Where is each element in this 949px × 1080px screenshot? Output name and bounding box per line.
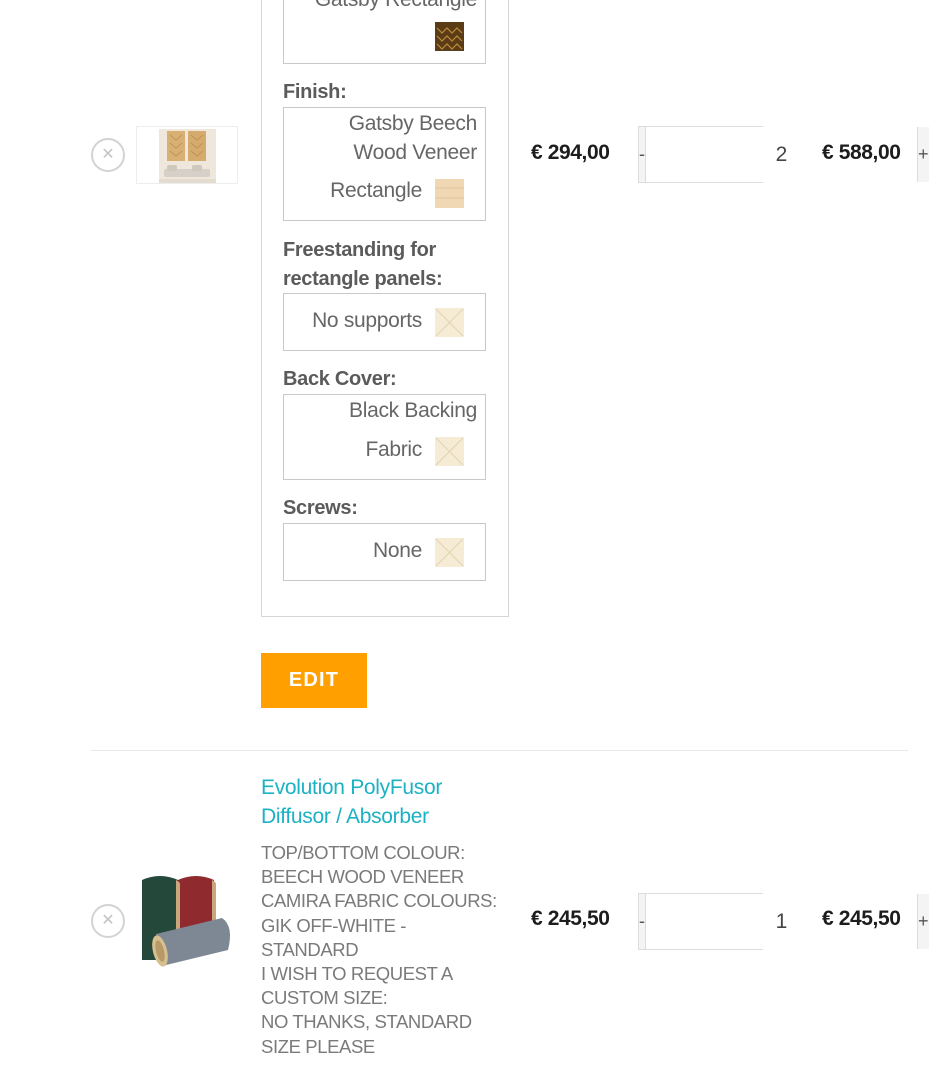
back-cover-value-line2: Fabric	[365, 438, 422, 461]
option-box-screws: None	[283, 523, 486, 581]
product-thumbnail[interactable]	[136, 126, 238, 184]
wood-swatch-icon	[435, 179, 464, 208]
option-box-finish: Gatsby Beech Wood Veneer Rectangle	[283, 107, 486, 221]
pattern-swatch-icon	[435, 22, 464, 51]
back-cover-value-line1: Black Backing	[349, 399, 477, 422]
finish-value-line3: Rectangle	[330, 179, 422, 202]
product-title-line2: Diffusor / Absorber	[261, 805, 429, 828]
remove-item-button[interactable]: ✕	[91, 138, 125, 172]
no-image-swatch-icon	[435, 308, 464, 337]
quantity-increase-button[interactable]: +	[918, 127, 929, 182]
close-icon: ✕	[101, 912, 115, 929]
no-image-swatch-icon	[435, 538, 464, 567]
finish-value-line2: Wood Veneer	[353, 141, 477, 164]
polyfusor-image-icon	[142, 876, 230, 967]
edit-button[interactable]: EDIT	[261, 653, 367, 708]
meta-line: SIZE PLEASE	[261, 1035, 375, 1057]
quantity-stepper: - +	[638, 893, 929, 950]
close-icon: ✕	[101, 146, 115, 163]
product-meta: TOP/BOTTOM COLOUR: BEECH WOOD VENEER CAM…	[261, 841, 511, 1059]
item-subtotal: € 588,00	[822, 141, 901, 164]
item-price: € 245,50	[531, 907, 610, 930]
meta-line: STANDARD	[261, 938, 359, 960]
product-title-line1: Evolution PolyFusor	[261, 776, 443, 799]
freestanding-value: No supports	[312, 309, 422, 332]
item-price: € 294,00	[531, 141, 610, 164]
no-image-swatch-icon	[435, 437, 464, 466]
option-label-finish: Finish:	[283, 81, 347, 103]
product-title-link[interactable]: Evolution PolyFusor Diffusor / Absorber	[261, 773, 501, 831]
meta-line: I WISH TO REQUEST A	[261, 963, 453, 985]
option-box-freestanding: No supports	[283, 293, 486, 351]
remove-item-button[interactable]: ✕	[91, 904, 125, 938]
screws-value: None	[372, 539, 422, 562]
option-label-freestanding-1: Freestanding for	[283, 239, 436, 261]
meta-line: CAMIRA FABRIC COLOURS:	[261, 890, 497, 912]
meta-line: NO THANKS, STANDARD	[261, 1011, 472, 1033]
row-divider	[91, 750, 908, 751]
meta-line: CUSTOM SIZE:	[261, 987, 388, 1009]
option-label-screws: Screws:	[283, 497, 358, 519]
product-thumbnail[interactable]	[136, 866, 238, 976]
option-box-back-cover: Black Backing Fabric	[283, 394, 486, 480]
option-label-freestanding-2: rectangle panels:	[283, 268, 443, 290]
option-box-top: Gatsby Rectangle	[283, 0, 486, 64]
meta-line: GIK OFF-WHITE -	[261, 914, 407, 936]
quantity-increase-button[interactable]: +	[918, 894, 929, 949]
finish-value-line1: Gatsby Beech	[348, 112, 478, 135]
item-subtotal: € 245,50	[822, 907, 901, 930]
meta-line: TOP/BOTTOM COLOUR:	[261, 842, 465, 863]
meta-line: BEECH WOOD VENEER	[261, 866, 464, 888]
option-label-back-cover: Back Cover:	[283, 368, 397, 390]
quantity-stepper: - +	[638, 126, 929, 183]
wall-panels-image-icon	[137, 127, 237, 183]
option-value: Gatsby Rectangle	[315, 0, 477, 14]
